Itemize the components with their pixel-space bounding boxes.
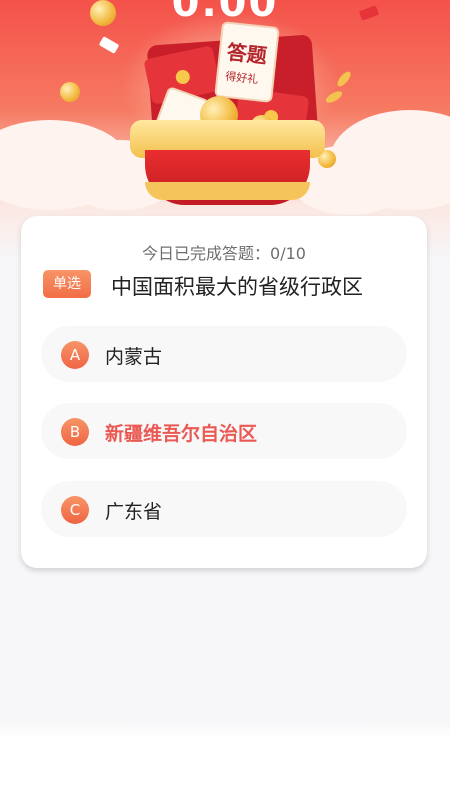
treasure-bowl-band: [145, 182, 310, 200]
option-letter-badge: A: [61, 341, 89, 369]
question-text: 中国面积最大的省级行政区: [111, 275, 363, 299]
option-letter-badge: B: [61, 418, 89, 446]
page-bottom: [0, 736, 450, 800]
coin-icon: [90, 0, 116, 26]
option-text: 内蒙古: [105, 346, 163, 368]
reward-banner: 0.00 答题 得好礼: [0, 0, 450, 215]
option-c[interactable]: C 广东省: [41, 481, 407, 537]
option-text: 新疆维吾尔自治区: [105, 423, 258, 445]
option-letter-badge: C: [61, 496, 89, 524]
daily-progress: 今日已完成答题：0/10: [142, 244, 306, 263]
question-type-badge: 单选: [43, 270, 91, 298]
ticket-title: 答题: [225, 39, 268, 68]
option-b[interactable]: B 新疆维吾尔自治区: [41, 403, 407, 459]
confetti-icon: [98, 36, 120, 54]
ticket-subtitle: 得好礼: [224, 69, 259, 87]
option-text: 广东省: [105, 501, 163, 523]
answer-ticket: 答题 得好礼: [214, 21, 280, 103]
quiz-card: 今日已完成答题：0/10 单选 中国面积最大的省级行政区 A 内蒙古 B 新疆维…: [21, 216, 427, 568]
coin-icon: [60, 82, 80, 102]
option-a[interactable]: A 内蒙古: [41, 326, 407, 382]
